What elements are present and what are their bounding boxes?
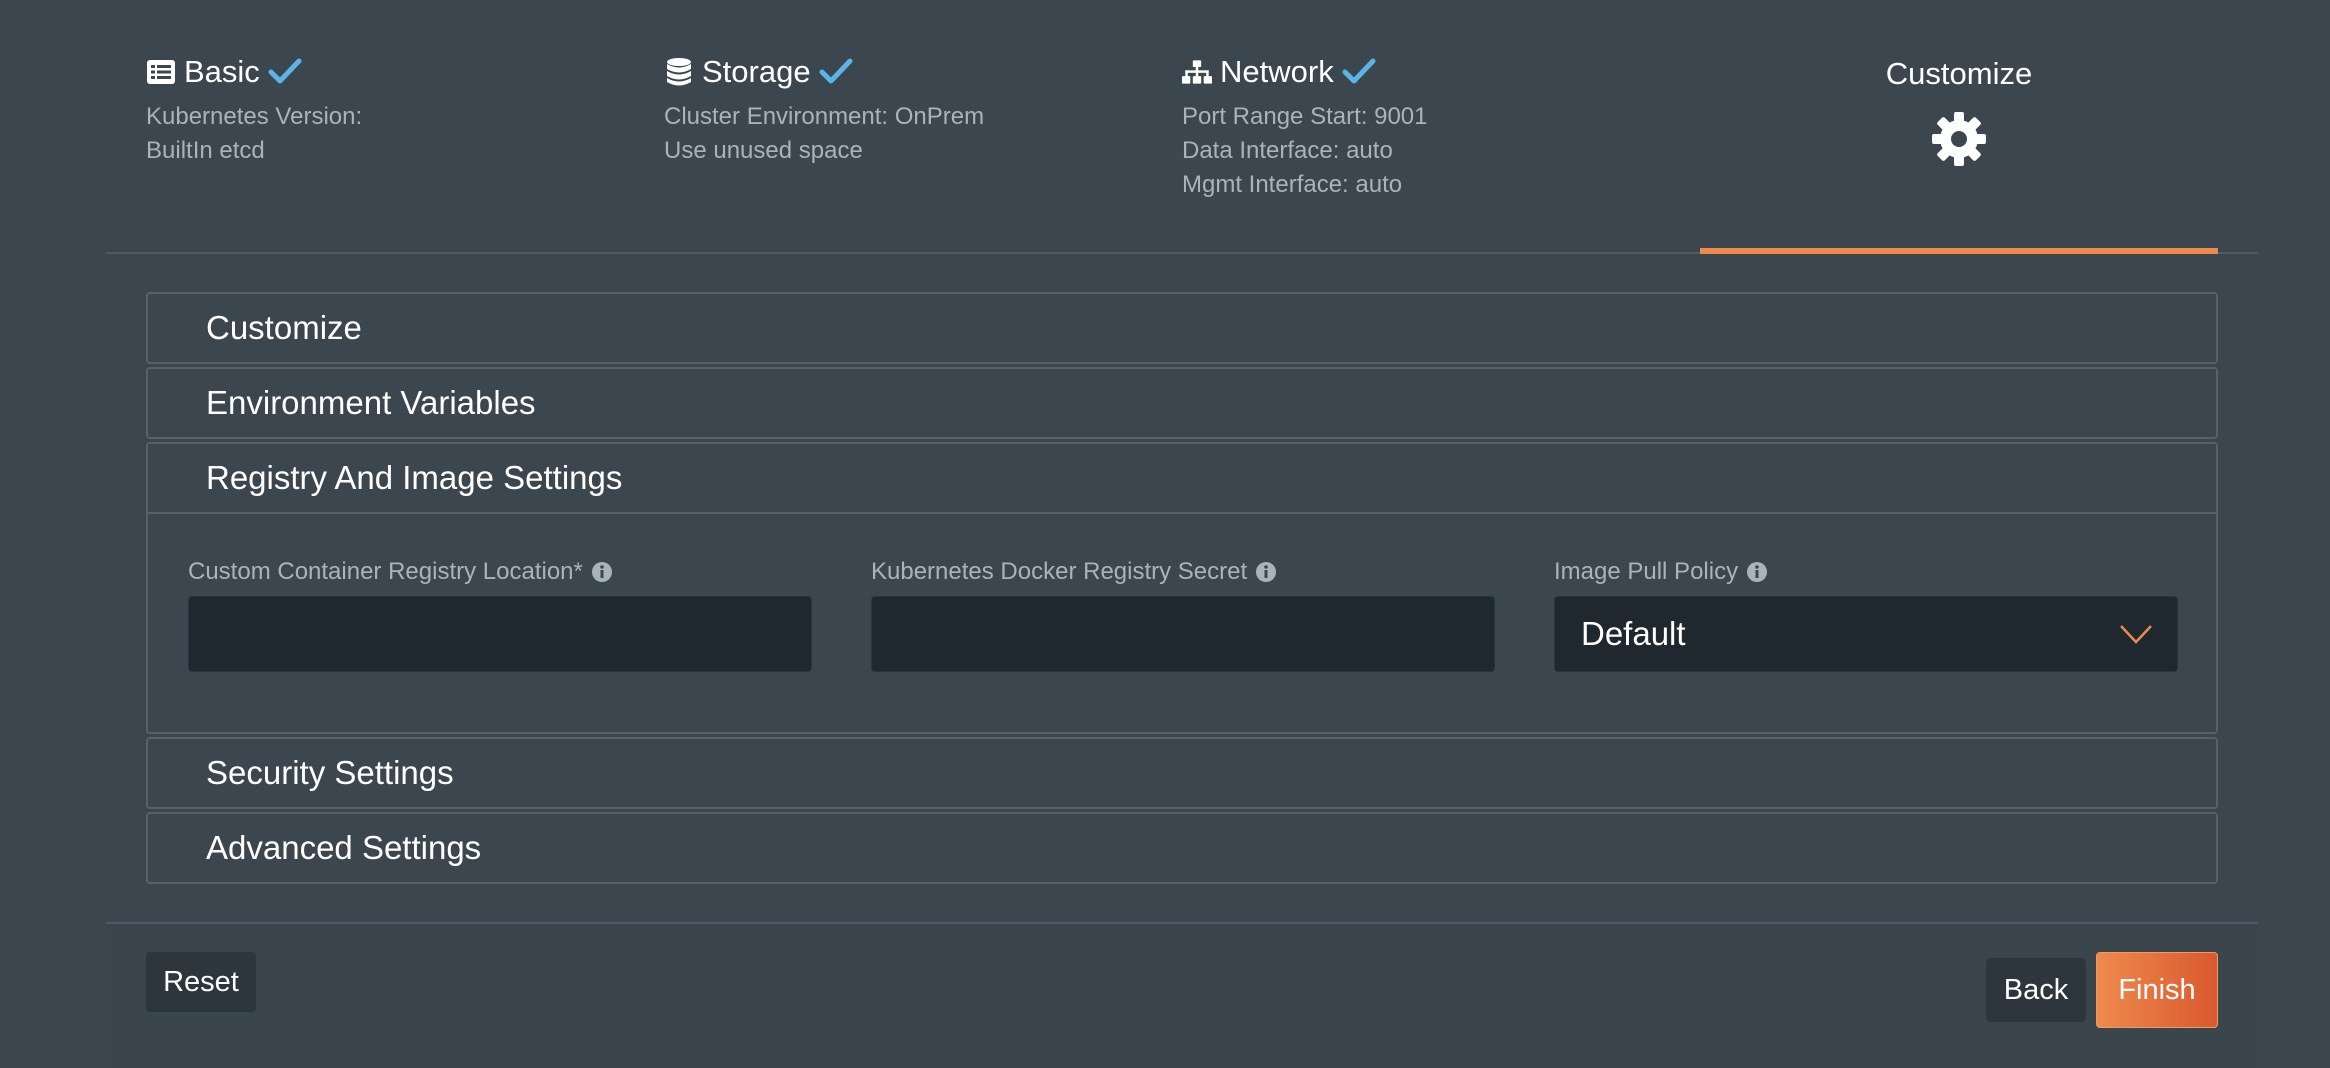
docker-secret-label-row: Kubernetes Docker Registry Secret (871, 556, 1495, 588)
step-detail: BuiltIn etcd (146, 137, 265, 164)
step-detail: Port Range Start: 9001 (1182, 103, 1428, 130)
container-registry-input[interactable] (188, 596, 812, 672)
docker-secret-label: Kubernetes Docker Registry Secret (871, 558, 1248, 585)
step-customize[interactable]: Customize (1700, 54, 2218, 168)
step-detail: Use unused space (664, 137, 863, 164)
info-icon[interactable] (1255, 561, 1277, 583)
step-network-details: Port Range Start: 9001 Data Interface: a… (1182, 100, 1427, 202)
check-icon (819, 57, 853, 87)
step-network[interactable]: Network Port Range Start: 9001 Data Inte… (1182, 52, 1427, 202)
step-basic[interactable]: Basic Kubernetes Version: BuiltIn etcd (146, 52, 362, 168)
step-storage-label: Storage (702, 54, 811, 89)
check-icon (1342, 57, 1376, 87)
list-icon (146, 57, 176, 87)
container-registry-label: Custom Container Registry Location* (188, 558, 583, 585)
check-icon (268, 57, 302, 87)
step-detail: Mgmt Interface: auto (1182, 171, 1403, 198)
image-pull-policy-label: Image Pull Policy (1554, 558, 1739, 585)
panel-environment-variables: Environment Variables (146, 367, 2218, 439)
info-icon[interactable] (1746, 561, 1768, 583)
settings-accordion: Customize Environment Variables Registry… (146, 292, 2218, 887)
panel-security-settings: Security Settings (146, 737, 2218, 809)
panel-security-settings-header[interactable]: Security Settings (148, 739, 2216, 807)
image-pull-policy-value: Default (1581, 615, 1686, 652)
step-detail: Data Interface: auto (1182, 137, 1393, 164)
step-basic-details: Kubernetes Version: BuiltIn etcd (146, 100, 362, 168)
step-storage-title-row: Storage (664, 52, 984, 92)
panel-environment-variables-header[interactable]: Environment Variables (148, 369, 2216, 437)
docker-secret-field: Kubernetes Docker Registry Secret (871, 556, 1495, 672)
step-detail: Cluster Environment: OnPrem (664, 103, 985, 130)
wizard-page: Basic Kubernetes Version: BuiltIn etcd S… (0, 0, 2330, 1068)
chevron-down-icon (2119, 623, 2153, 645)
panel-customize-header[interactable]: Customize (148, 294, 2216, 362)
step-storage[interactable]: Storage Cluster Environment: OnPrem Use … (664, 52, 984, 168)
registry-settings-body: Custom Container Registry Location* Kube… (148, 514, 2216, 732)
panel-customize: Customize (146, 292, 2218, 364)
step-customize-label: Customize (1885, 56, 2033, 91)
step-network-title-row: Network (1182, 52, 1427, 92)
container-registry-field: Custom Container Registry Location* (188, 556, 812, 672)
footer-divider (106, 922, 2258, 924)
image-pull-policy-label-row: Image Pull Policy (1554, 556, 2178, 588)
image-pull-policy-select[interactable]: Default (1554, 596, 2178, 672)
database-icon (664, 57, 694, 87)
finish-button[interactable]: Finish (2096, 952, 2218, 1028)
panel-advanced-settings: Advanced Settings (146, 812, 2218, 884)
step-customize-title-row: Customize (1700, 54, 2218, 94)
step-storage-details: Cluster Environment: OnPrem Use unused s… (664, 100, 984, 168)
footer-bar (106, 924, 2258, 1068)
sitemap-icon (1182, 57, 1212, 87)
info-icon[interactable] (591, 561, 613, 583)
step-detail: Kubernetes Version: (146, 103, 363, 130)
back-button[interactable]: Back (1986, 958, 2086, 1022)
step-basic-title-row: Basic (146, 52, 362, 92)
wizard-steps: Basic Kubernetes Version: BuiltIn etcd S… (106, 0, 2258, 254)
panel-advanced-settings-header[interactable]: Advanced Settings (148, 814, 2216, 882)
container-registry-label-row: Custom Container Registry Location* (188, 556, 812, 588)
step-basic-label: Basic (184, 54, 260, 89)
step-network-label: Network (1220, 54, 1334, 89)
panel-registry-image-settings: Registry And Image Settings Custom Conta… (146, 442, 2218, 734)
gear-icon (1930, 110, 1988, 168)
docker-secret-input[interactable] (871, 596, 1495, 672)
image-pull-policy-field: Image Pull Policy Default (1554, 556, 2178, 672)
panel-registry-image-settings-header[interactable]: Registry And Image Settings (148, 444, 2216, 514)
reset-button[interactable]: Reset (146, 952, 256, 1012)
active-step-indicator (1700, 248, 2218, 254)
